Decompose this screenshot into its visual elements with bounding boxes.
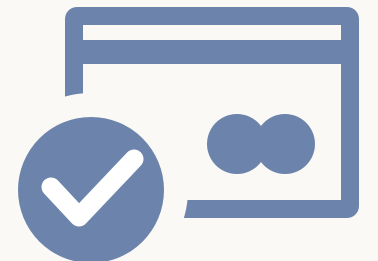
badge-circle	[18, 117, 164, 261]
chip-circle-right	[255, 114, 315, 174]
icon-canvas	[0, 0, 378, 261]
card-chip-circles	[207, 114, 315, 174]
check-badge-icon	[18, 117, 164, 261]
card-verified-icon	[18, 7, 359, 261]
